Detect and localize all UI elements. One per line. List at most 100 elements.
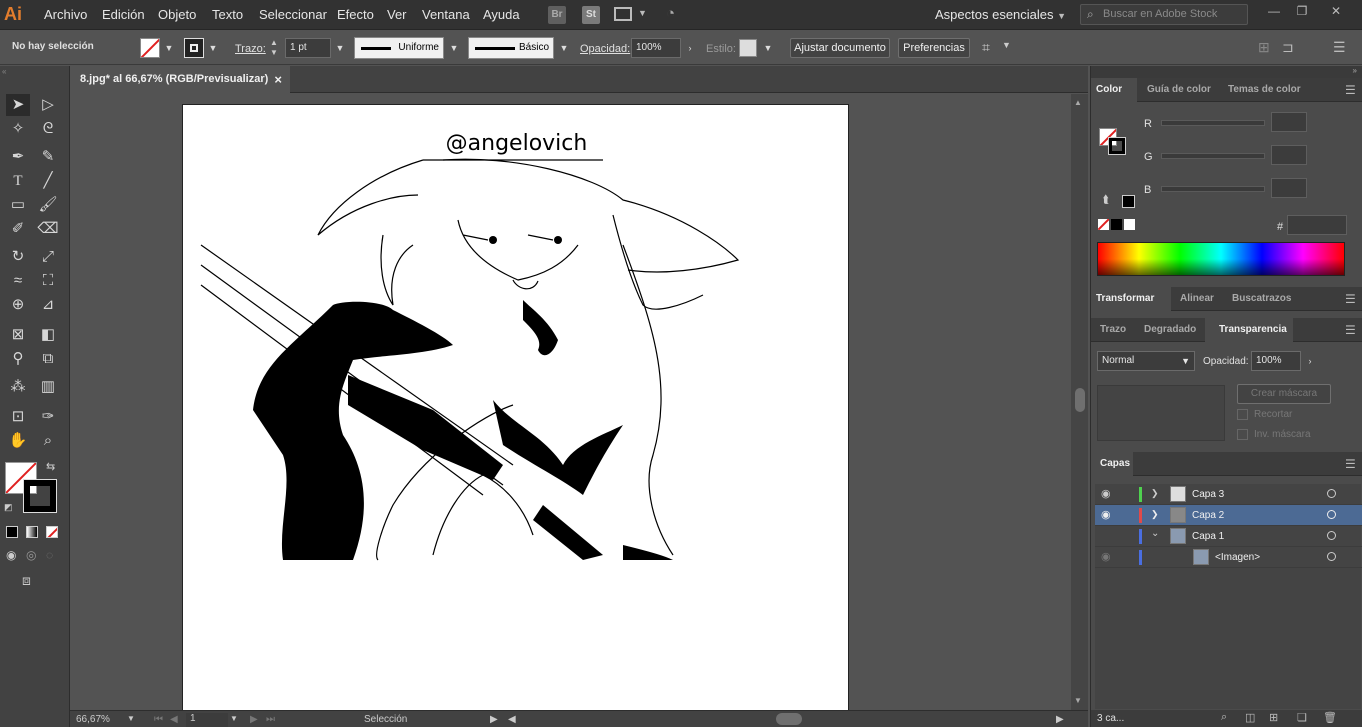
canvas-area[interactable]: @angelovich (71, 94, 1071, 710)
tab-gradient[interactable]: Degradado (1144, 318, 1196, 342)
gradient-mode-icon[interactable] (26, 526, 38, 538)
create-mask-button[interactable]: Crear máscara (1237, 384, 1331, 404)
tab-color[interactable]: Color (1091, 78, 1137, 102)
curvature-tool-icon[interactable]: ✎ (36, 146, 60, 168)
tab-align[interactable]: Alinear (1180, 287, 1214, 311)
layer-name[interactable]: <Imagen> (1215, 547, 1260, 568)
layer-name[interactable]: Capa 2 (1192, 505, 1224, 526)
next-artboard-button[interactable]: ▶ (250, 714, 258, 725)
menu-edicion[interactable]: Edición (102, 0, 145, 30)
stroke-weight-input[interactable]: 1 pt (285, 38, 331, 58)
draw-behind-icon[interactable]: ◎ (26, 548, 36, 562)
artboard[interactable]: @angelovich (182, 104, 849, 710)
target-icon[interactable] (1327, 531, 1336, 540)
tab-transparency[interactable]: Transparencia (1205, 318, 1293, 342)
brush-definition[interactable]: Básico (468, 37, 554, 59)
panel-menu-icon[interactable]: ☰ (1345, 83, 1356, 97)
blend-mode-select[interactable]: Normal ▼ (1097, 351, 1195, 371)
lasso-tool-icon[interactable]: ᘓ (36, 118, 60, 140)
opacity-input[interactable]: 100% (631, 38, 681, 58)
opacity-arrow[interactable]: › (683, 38, 697, 58)
collapse-arrow-icon[interactable]: ⌄ (1151, 528, 1159, 539)
gpu-performance-icon[interactable]: ◔ (666, 5, 675, 22)
stroke-label[interactable]: Trazo: (235, 42, 266, 56)
menu-ventana[interactable]: Ventana (422, 0, 470, 30)
layer-row-capa-3[interactable]: ◉ ❯ Capa 3 (1095, 484, 1362, 505)
stock-button[interactable]: St (582, 6, 600, 24)
transform-icon[interactable]: ⊐ (1282, 39, 1294, 56)
preferences-button[interactable]: Preferencias (898, 38, 970, 58)
free-transform-tool-icon[interactable]: ⛶ (36, 270, 60, 292)
layer-row-capa-1[interactable]: ⌄ Capa 1 (1095, 526, 1362, 547)
expand-arrow-icon[interactable]: ❯ (1151, 488, 1159, 499)
tab-layers[interactable]: Capas (1091, 452, 1133, 476)
zoom-level[interactable]: 66,67% (76, 714, 110, 725)
clip-checkbox[interactable] (1237, 409, 1248, 420)
tab-color-guide[interactable]: Guía de color (1147, 78, 1211, 102)
eye-icon[interactable]: ◉ (1101, 550, 1111, 563)
menu-objeto[interactable]: Objeto (158, 0, 196, 30)
direct-selection-tool-icon[interactable]: ▷ (36, 94, 60, 116)
layer-row-imagen[interactable]: ◉ <Imagen> (1095, 547, 1362, 568)
stroke-stepper[interactable]: ▲ ▼ (270, 38, 278, 58)
menu-seleccionar[interactable]: Seleccionar (259, 0, 327, 30)
target-icon[interactable] (1327, 489, 1336, 498)
color-mode-icon[interactable] (6, 526, 18, 538)
shaper-tool-icon[interactable]: ✐ (6, 218, 30, 240)
panel-menu-icon[interactable]: ☰ (1345, 292, 1356, 306)
invert-mask-checkbox[interactable] (1237, 429, 1248, 440)
close-tab-button[interactable]: × (274, 66, 282, 93)
arrange-documents-icon[interactable] (614, 7, 632, 21)
scroll-left-arrow[interactable]: ◀ (508, 714, 516, 725)
stroke-color-box[interactable] (23, 479, 57, 513)
selection-tool-icon[interactable]: ➤ (6, 94, 30, 116)
white-quick-swatch[interactable] (1124, 219, 1135, 230)
layer-row-capa-2[interactable]: ◉ ❯ Capa 2 (1095, 505, 1362, 526)
channel-r-input[interactable] (1271, 112, 1307, 132)
target-icon[interactable] (1327, 510, 1336, 519)
type-tool-icon[interactable]: T (6, 170, 30, 192)
status-menu-arrow[interactable]: ▶ (490, 714, 498, 725)
layer-name[interactable]: Capa 3 (1192, 484, 1224, 505)
scroll-right-arrow[interactable]: ▶ (1056, 714, 1064, 725)
last-artboard-button[interactable]: ⏭ (266, 714, 275, 725)
warp-tool-icon[interactable]: ≈ (6, 270, 30, 292)
fill-swatch[interactable] (140, 38, 160, 58)
artboard-dropdown[interactable]: ▼ (230, 714, 238, 723)
stroke-swatch[interactable] (184, 38, 204, 58)
first-artboard-button[interactable]: ⏮ (154, 714, 163, 725)
color-stroke-swatch[interactable] (1108, 137, 1126, 155)
document-tab[interactable]: 8.jpg* al 66,67% (RGB/Previsualizar) × (70, 66, 290, 93)
eye-icon[interactable]: ◉ (1101, 508, 1111, 521)
perspective-grid-tool-icon[interactable]: ⊿ (36, 294, 60, 316)
channel-g-input[interactable] (1271, 145, 1307, 165)
gradient-tool-icon[interactable]: ◧ (36, 324, 60, 346)
draw-inside-icon[interactable]: ◌ (46, 548, 53, 562)
rectangle-tool-icon[interactable]: ▭ (6, 194, 30, 216)
menu-ver[interactable]: Ver (387, 0, 407, 30)
rotate-tool-icon[interactable]: ↻ (6, 246, 30, 268)
channel-b-input[interactable] (1271, 178, 1307, 198)
stock-search-input[interactable]: ⌕ Buscar en Adobe Stock (1080, 4, 1248, 25)
graphic-style-swatch[interactable] (739, 39, 757, 57)
paintbrush-tool-icon[interactable]: 🖌 (36, 194, 60, 216)
zoom-tool-icon[interactable]: ⌕ (36, 430, 60, 452)
menu-efecto[interactable]: Efecto (337, 0, 374, 30)
expand-arrow-icon[interactable]: ❯ (1151, 509, 1159, 520)
close-window-button[interactable]: ✕ (1322, 2, 1350, 20)
new-sublayer-icon[interactable]: ⊞ (1269, 711, 1278, 724)
eye-icon[interactable]: ◉ (1101, 487, 1111, 500)
fit-document-button[interactable]: Ajustar documento (790, 38, 890, 58)
screen-mode-icon[interactable]: ⧈ (22, 572, 31, 589)
channel-r-slider[interactable] (1161, 120, 1265, 126)
fill-dropdown[interactable]: ▼ (162, 38, 176, 58)
scrollbar-thumb[interactable] (1075, 388, 1085, 412)
eyedropper-tool-icon[interactable]: ⚲ (6, 348, 30, 370)
menu-ayuda[interactable]: Ayuda (483, 0, 520, 30)
artboard-tool-icon[interactable]: ⊡ (6, 406, 30, 428)
stroke-dropdown[interactable]: ▼ (206, 38, 220, 58)
minimize-button[interactable]: — (1260, 2, 1288, 20)
anime-line-art[interactable] (183, 105, 850, 565)
collapse-icon[interactable]: « (2, 67, 6, 76)
chevron-down-icon[interactable]: ▼ (1002, 40, 1011, 50)
